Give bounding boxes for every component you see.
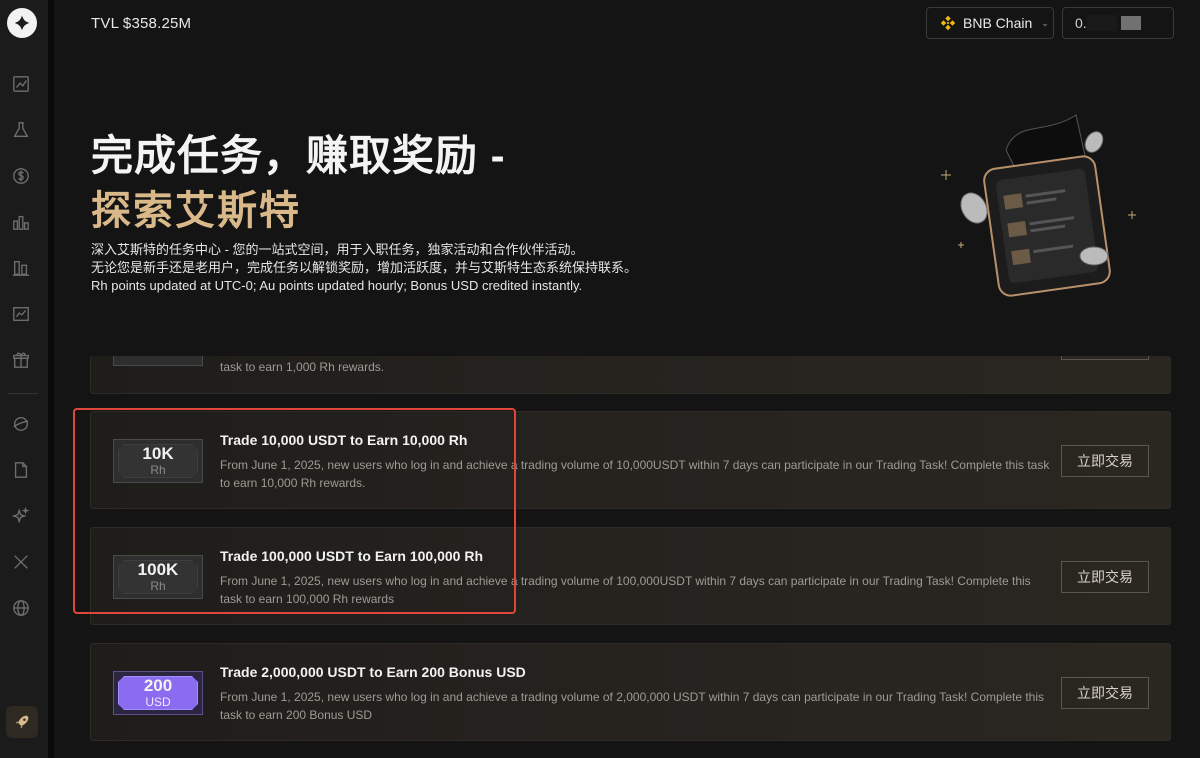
rocket-icon <box>15 715 29 729</box>
badge-unit: Rh <box>150 579 166 593</box>
hero-title: 完成任务，赚取奖励 - <box>91 132 506 179</box>
flask-icon[interactable] <box>11 120 31 140</box>
aster-logo-icon <box>14 15 30 31</box>
trade-now-button[interactable]: 立即交易 <box>1061 677 1149 709</box>
chevron-down-icon: ⌄ <box>1041 17 1049 28</box>
chart-icon[interactable] <box>11 74 31 94</box>
task-card-partial: task to earn 1,000 Rh rewards. <box>90 356 1171 394</box>
hero-subtitle: 探索艾斯特 <box>91 189 301 233</box>
task-card: 200 USD Trade 2,000,000 USDT to Earn 200… <box>90 643 1171 741</box>
x-icon[interactable] <box>11 552 31 572</box>
reward-badge: 200 USD <box>113 671 203 715</box>
badge-value: 200 <box>143 676 173 695</box>
task-title: Trade 10,000 USDT to Earn 10,000 Rh <box>220 432 468 448</box>
task-card: 100K Rh Trade 100,000 USDT to Earn 100,0… <box>90 527 1171 625</box>
hero-desc-line: 无论您是新手还是老用户，完成任务以解锁奖励，增加活跃度，并与艾斯特生态系统保持联… <box>91 260 638 275</box>
task-title: Trade 100,000 USDT to Earn 100,000 Rh <box>220 548 484 564</box>
trade-now-button[interactable]: 立即交易 <box>1061 445 1149 477</box>
task-description: From June 1, 2025, new users who log in … <box>220 690 1045 722</box>
document-icon[interactable] <box>11 460 31 480</box>
logo[interactable] <box>7 8 37 38</box>
sidebar-divider <box>8 393 38 394</box>
task-description: From June 1, 2025, new users who log in … <box>220 458 1050 490</box>
phone-illustration <box>941 114 1136 297</box>
chain-label: BNB Chain <box>963 15 1033 31</box>
globe-icon[interactable] <box>11 598 31 618</box>
hero-description: 深入艾斯特的任务中心 - 您的一站式空间，用于入职任务，独家活动和合作伙伴活动。… <box>91 241 637 295</box>
badge-value: 100K <box>137 560 179 579</box>
rocket-button[interactable] <box>6 706 38 738</box>
trade-now-button[interactable]: 立即交易 <box>1061 561 1149 593</box>
task-card: 10K Rh Trade 10,000 USDT to Earn 10,000 … <box>90 411 1171 509</box>
badge-unit: USD <box>145 695 171 709</box>
sidebar <box>0 0 48 758</box>
badge-unit: Rh <box>150 463 166 477</box>
planet-icon[interactable] <box>11 414 31 434</box>
hero-desc-line: Rh points updated at UTC-0; Au points up… <box>91 278 583 293</box>
task-badge <box>113 356 203 366</box>
wallet-button[interactable]: 0. <box>1062 7 1174 39</box>
stats-icon[interactable] <box>11 258 31 278</box>
sparkle-icon[interactable] <box>11 506 31 526</box>
wallet-address: 0. <box>1075 15 1087 31</box>
line-chart-icon[interactable] <box>11 304 31 324</box>
bnb-icon <box>940 15 956 31</box>
task-title: Trade 2,000,000 USDT to Earn 200 Bonus U… <box>220 664 526 680</box>
trade-button-partial[interactable] <box>1061 356 1149 360</box>
bar-chart-icon[interactable] <box>11 212 31 232</box>
reward-badge: 10K Rh <box>113 439 203 483</box>
chain-selector-button[interactable]: BNB Chain ⌄ <box>926 7 1054 39</box>
tvl-text: TVL $358.25M <box>91 15 192 32</box>
badge-value: 10K <box>142 444 174 463</box>
sidebar-edge <box>48 0 54 758</box>
task-description: task to earn 1,000 Rh rewards. <box>220 360 385 374</box>
gift-icon[interactable] <box>11 350 31 370</box>
dollar-icon[interactable] <box>11 166 31 186</box>
wallet-redaction <box>1087 15 1117 31</box>
wallet-redaction-block <box>1121 16 1141 30</box>
hero-desc-line: 深入艾斯特的任务中心 - 您的一站式空间，用于入职任务，独家活动和合作伙伴活动。 <box>91 242 584 257</box>
reward-badge: 100K Rh <box>113 555 203 599</box>
task-description: From June 1, 2025, new users who log in … <box>220 574 1031 606</box>
